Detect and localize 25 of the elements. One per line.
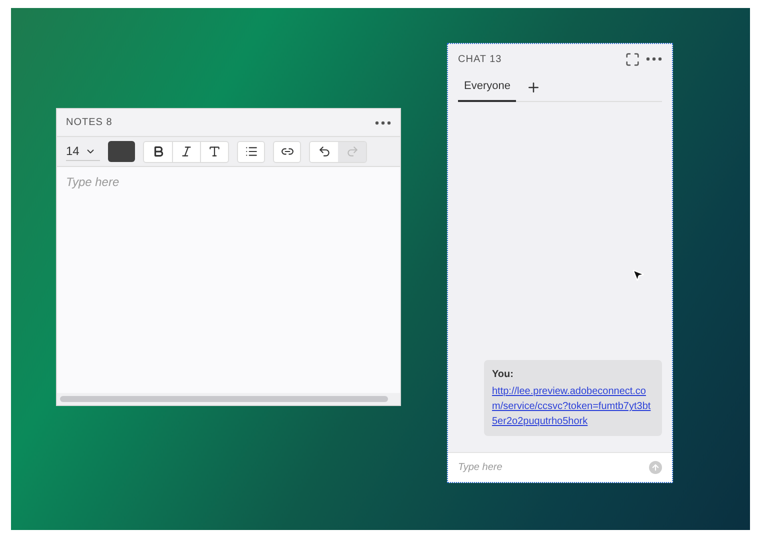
undo-button[interactable] <box>310 142 338 162</box>
message-link[interactable]: http://lee.preview.adobeconnect.com/service/ccsvc?token=fumtb7yt3bt5er2o2puqutrho5hork <box>492 384 654 429</box>
message-sender: You: <box>492 368 514 382</box>
font-size-dropdown[interactable]: 14 <box>66 142 100 161</box>
chat-tab[interactable]: Everyone <box>458 74 516 102</box>
add-tab-icon[interactable] <box>526 80 542 95</box>
horizontal-scrollbar[interactable] <box>60 396 388 402</box>
fullscreen-icon[interactable] <box>625 52 640 66</box>
undo-icon <box>318 145 330 158</box>
bold-icon <box>152 145 164 158</box>
more-options-icon[interactable] <box>375 120 391 124</box>
panel-title: CHAT 13 <box>458 52 502 66</box>
redo-icon <box>346 145 358 158</box>
italic-icon <box>180 145 193 158</box>
chat-input-field[interactable]: Type here <box>448 452 672 482</box>
link-button[interactable] <box>273 140 301 162</box>
color-swatch[interactable] <box>108 141 135 162</box>
mouse-pointer-icon <box>631 268 645 282</box>
text-style-icon <box>208 145 221 158</box>
panel-title: NOTES 8 <box>66 116 112 130</box>
notes-text-area[interactable]: Type here <box>57 167 400 393</box>
list-button[interactable] <box>237 140 265 162</box>
more-options-icon[interactable] <box>646 57 662 61</box>
arrow-up-icon <box>651 463 660 472</box>
list-icon <box>244 145 258 158</box>
